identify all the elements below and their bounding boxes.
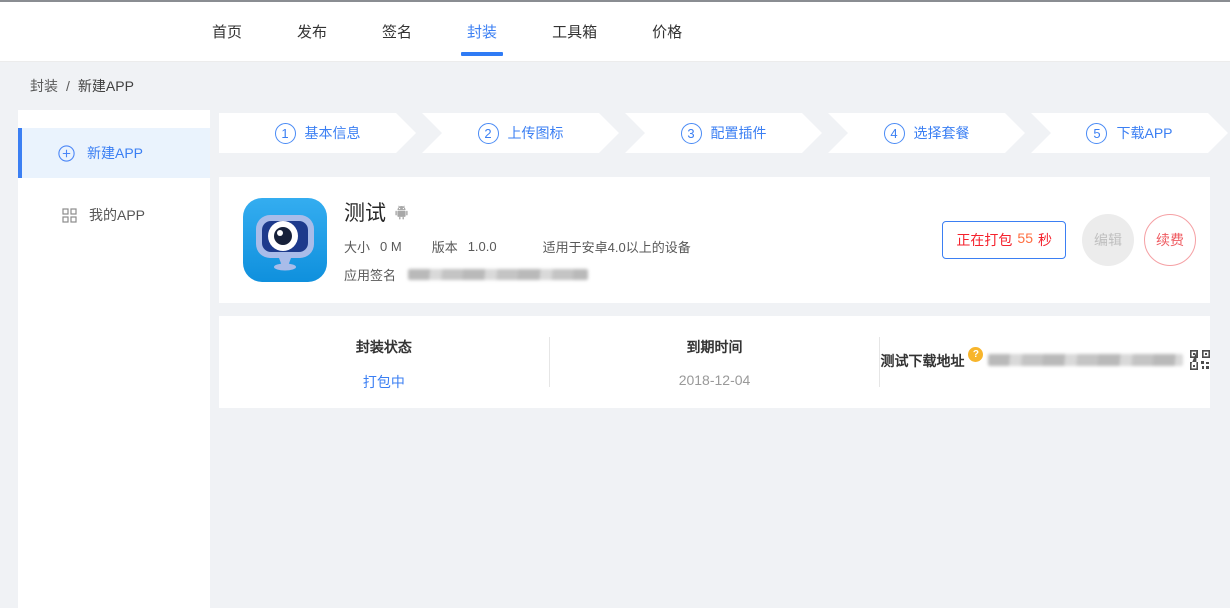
help-coin-icon[interactable]: ? — [968, 347, 983, 362]
version-value: 1.0.0 — [468, 239, 497, 254]
breadcrumb-root[interactable]: 封装 — [30, 76, 58, 96]
redacted-download-url — [988, 354, 1183, 366]
redacted-signature-value — [408, 269, 588, 280]
status-card: 封装状态 打包中 到期时间 2018-12-04 测试下载地址 ? — [219, 316, 1210, 408]
wizard-step-configure-plugins[interactable]: 3 配置插件 — [625, 113, 822, 153]
step-number-badge: 2 — [478, 123, 499, 144]
edit-button[interactable]: 编辑 — [1082, 214, 1134, 266]
qr-code-icon[interactable] — [1190, 350, 1210, 370]
sidebar-item-my-apps[interactable]: 我的APP — [18, 190, 210, 240]
size-value: 0 M — [380, 239, 402, 254]
step-number-badge: 4 — [884, 123, 905, 144]
step-wizard: 1 基本信息 2 上传图标 3 配置插件 4 选择套餐 5 下载APP — [219, 113, 1228, 153]
packing-suffix: 秒 — [1038, 230, 1052, 250]
main-content: 1 基本信息 2 上传图标 3 配置插件 4 选择套餐 5 下载APP — [219, 110, 1210, 608]
step-label: 下载APP — [1116, 123, 1172, 143]
packing-prefix: 正在打包 — [956, 230, 1012, 250]
nav-item-publish[interactable]: 发布 — [295, 15, 329, 48]
package-status-value: 打包中 — [219, 372, 549, 392]
app-summary-card: 测试 — [219, 177, 1210, 303]
download-url-label: 测试下载地址 — [880, 351, 964, 371]
top-navigation: 首页 发布 签名 封装 工具箱 价格 — [0, 2, 1230, 62]
breadcrumb-current: 新建APP — [78, 76, 134, 96]
step-label: 选择套餐 — [914, 123, 970, 143]
size-label: 大小 — [344, 237, 370, 256]
expiry-date: 2018-12-04 — [550, 372, 880, 388]
sidebar-item-new-app[interactable]: 新建APP — [18, 128, 210, 178]
expiry-column: 到期时间 2018-12-04 — [550, 316, 880, 408]
download-url-column: 测试下载地址 ? — [880, 316, 1210, 408]
sidebar-item-label: 我的APP — [89, 205, 145, 225]
step-label: 上传图标 — [508, 123, 564, 143]
step-label: 基本信息 — [305, 123, 361, 143]
tv-eye-logo-icon — [243, 198, 327, 282]
step-number-badge: 5 — [1086, 123, 1107, 144]
packing-status-button[interactable]: 正在打包 55 秒 — [942, 221, 1066, 259]
renew-button[interactable]: 续费 — [1144, 214, 1196, 266]
grid-icon — [62, 208, 77, 223]
step-number-badge: 1 — [275, 123, 296, 144]
app-logo — [243, 198, 327, 282]
plus-circle-icon — [58, 145, 75, 162]
expiry-label: 到期时间 — [687, 337, 743, 357]
nav-item-pricing[interactable]: 价格 — [650, 15, 684, 48]
packing-seconds: 55 — [1017, 230, 1033, 250]
nav-item-signature[interactable]: 签名 — [380, 15, 414, 48]
breadcrumb-separator: / — [66, 78, 70, 94]
sidebar-item-label: 新建APP — [87, 143, 143, 163]
nav-item-home[interactable]: 首页 — [210, 15, 244, 48]
signature-label: 应用签名 — [344, 265, 396, 284]
app-actions: 正在打包 55 秒 编辑 续费 — [942, 214, 1196, 266]
android-icon — [393, 204, 410, 221]
breadcrumb: 封装 / 新建APP — [0, 62, 1230, 110]
nav-item-toolbox[interactable]: 工具箱 — [550, 15, 599, 48]
step-label: 配置插件 — [711, 123, 767, 143]
sidebar: 新建APP 我的APP — [18, 110, 210, 608]
app-title: 测试 — [344, 197, 386, 227]
wizard-step-basic-info[interactable]: 1 基本信息 — [219, 113, 416, 153]
wizard-step-choose-plan[interactable]: 4 选择套餐 — [828, 113, 1025, 153]
version-label: 版本 — [432, 237, 458, 256]
compatibility-text: 适用于安卓4.0以上的设备 — [543, 237, 691, 256]
step-number-badge: 3 — [681, 123, 702, 144]
wizard-step-download-app[interactable]: 5 下载APP — [1031, 113, 1228, 153]
wizard-step-upload-icon[interactable]: 2 上传图标 — [422, 113, 619, 153]
package-status-label: 封装状态 — [356, 337, 412, 357]
nav-item-package[interactable]: 封装 — [465, 15, 499, 48]
package-status-column: 封装状态 打包中 — [219, 316, 549, 408]
